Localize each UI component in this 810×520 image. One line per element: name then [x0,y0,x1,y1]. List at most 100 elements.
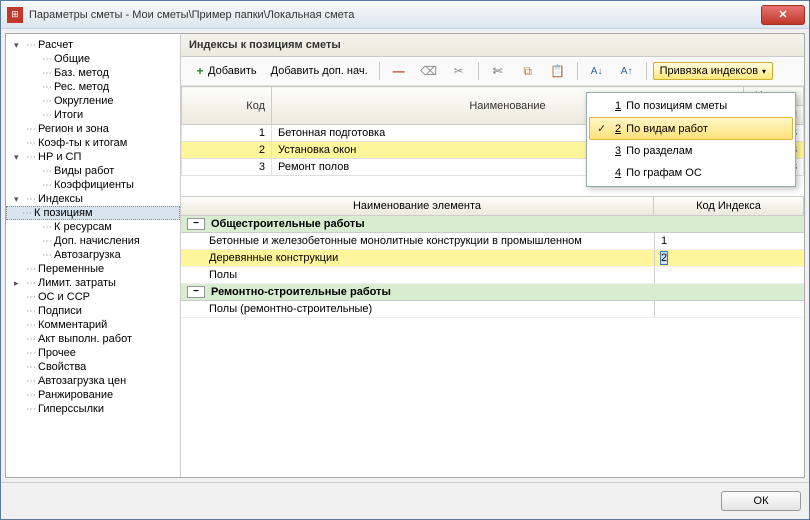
tree-item[interactable]: ⋯Виды работ [6,164,180,178]
tree-item[interactable]: ▾⋯НР и СП [6,150,180,164]
element-name: Полы (ремонтно-строительные) [181,301,654,317]
menu-item[interactable]: 4 По графам ОС [589,162,793,184]
toolbar: + Добавить Добавить доп. нач. — ⌫ ✂ ✄ ⧉ … [181,57,804,86]
tree-label: К позициям [34,207,93,219]
tree-label: Итоги [54,109,83,121]
tree-label: Прочее [38,347,76,359]
tree-item[interactable]: ⋯К ресурсам [6,220,180,234]
collapse-icon[interactable]: − [187,218,205,230]
add-label: Добавить [208,65,257,77]
add-extra-label: Добавить доп. нач. [271,65,368,77]
col-element-name[interactable]: Наименование элемента [181,197,654,215]
tree-label: Лимит. затраты [38,277,116,289]
col-code[interactable]: Код [182,87,272,125]
collapse-icon[interactable]: − [187,286,205,298]
tree-item[interactable]: ⋯Переменные [6,262,180,276]
tree-label: ОС и ССР [38,291,90,303]
erase-button[interactable]: ⌫ [416,60,442,82]
group-title: Ремонтно-строительные работы [211,286,391,298]
tree-label: Автозагрузка цен [38,375,126,387]
paste-icon: 📋 [550,63,566,79]
add-extra-button[interactable]: Добавить доп. нач. [266,62,373,80]
element-name: Деревянные конструкции [181,250,654,266]
elements-grid[interactable]: −Общестроительные работыБетонные и желез… [181,216,804,477]
tree-item[interactable]: ⋯Ранжирование [6,388,180,402]
tree-item[interactable]: ⋯Автозагрузка [6,248,180,262]
tree-label: Общие [54,53,90,65]
element-code[interactable] [654,267,804,283]
tree-item[interactable]: ⋯Подписи [6,304,180,318]
element-code[interactable]: 1 [654,233,804,249]
tree-item[interactable]: ⋯Комментарий [6,318,180,332]
menu-item[interactable]: 3 По разделам [589,140,793,162]
binding-menu[interactable]: 1 По позициям сметы✓2 По видам работ3 По… [586,92,796,187]
separator [478,62,479,80]
copy-button[interactable]: ⧉ [515,60,541,82]
tree-label: Индексы [38,193,83,205]
element-code[interactable] [654,301,804,317]
element-code[interactable]: 2 [654,250,804,266]
menu-item[interactable]: ✓2 По видам работ [589,117,793,140]
group-row[interactable]: −Ремонтно-строительные работы [181,284,804,301]
remove-button[interactable]: — [386,60,412,82]
break-icon: ✂ [451,63,467,79]
element-name: Полы [181,267,654,283]
close-button[interactable]: ✕ [761,5,805,25]
tree-label: НР и СП [38,151,81,163]
sort-desc-button[interactable]: A↑ [614,60,640,82]
tree-label: Виды работ [54,165,114,177]
tree-item[interactable]: ⋯Прочее [6,346,180,360]
sort-asc-icon: A↓ [589,63,605,79]
list-item[interactable]: Полы [181,267,804,284]
tree-item[interactable]: ⋯К позициям [6,206,180,220]
separator [577,62,578,80]
tree-item[interactable]: ⋯Общие [6,52,180,66]
tree-item[interactable]: ⋯Округление [6,94,180,108]
tree-label: Ранжирование [38,389,113,401]
tree-item[interactable]: ⋯Автозагрузка цен [6,374,180,388]
tree-item[interactable]: ⋯Регион и зона [6,122,180,136]
check-icon: ✓ [597,122,615,135]
tree-item[interactable]: ⋯Акт выполн. работ [6,332,180,346]
break-button[interactable]: ✂ [446,60,472,82]
sort-asc-button[interactable]: A↓ [584,60,610,82]
sidebar-tree[interactable]: ▾⋯Расчет⋯Общие⋯Баз. метод⋯Рес. метод⋯Окр… [6,34,181,477]
tree-item[interactable]: ⋯Итоги [6,108,180,122]
binding-label: Привязка индексов [660,65,758,77]
separator [379,62,380,80]
binding-dropdown[interactable]: Привязка индексов ▾ [653,62,773,80]
tree-label: Рес. метод [54,81,109,93]
tree-item[interactable]: ▸⋯Лимит. затраты [6,276,180,290]
element-name: Бетонные и железобетонные монолитные кон… [181,233,654,249]
tree-item[interactable]: ⋯Гиперссылки [6,402,180,416]
tree-label: Комментарий [38,319,107,331]
add-button[interactable]: + Добавить [187,60,262,82]
paste-button[interactable]: 📋 [545,60,571,82]
list-item[interactable]: Полы (ремонтно-строительные) [181,301,804,318]
tree-label: Баз. метод [54,67,109,79]
window-title: Параметры сметы - Мои сметы\Пример папки… [29,9,761,21]
tree-label: Коэффициенты [54,179,134,191]
minus-icon: — [391,63,407,79]
tree-item[interactable]: ▾⋯Индексы [6,192,180,206]
cut-button[interactable]: ✄ [485,60,511,82]
separator [646,62,647,80]
tree-item[interactable]: ⋯Коэф-ты к итогам [6,136,180,150]
tree-item[interactable]: ⋯Рес. метод [6,80,180,94]
tree-item[interactable]: ⋯Коэффициенты [6,178,180,192]
tree-item[interactable]: ⋯Свойства [6,360,180,374]
tree-item[interactable]: ⋯Доп. начисления [6,234,180,248]
col-index-code[interactable]: Код Индекса [654,197,804,215]
tree-label: Переменные [38,263,104,275]
group-row[interactable]: −Общестроительные работы [181,216,804,233]
list-item[interactable]: Деревянные конструкции 2 [181,250,804,267]
tree-item[interactable]: ▾⋯Расчет [6,38,180,52]
tree-item[interactable]: ⋯ОС и ССР [6,290,180,304]
tree-label: Подписи [38,305,82,317]
tree-item[interactable]: ⋯Баз. метод [6,66,180,80]
ok-button[interactable]: ОК [721,491,801,511]
menu-item[interactable]: 1 По позициям сметы [589,95,793,117]
elements-grid-header: Наименование элемента Код Индекса [181,197,804,216]
list-item[interactable]: Бетонные и железобетонные монолитные кон… [181,233,804,250]
index-code-input[interactable]: 2 [661,252,667,264]
